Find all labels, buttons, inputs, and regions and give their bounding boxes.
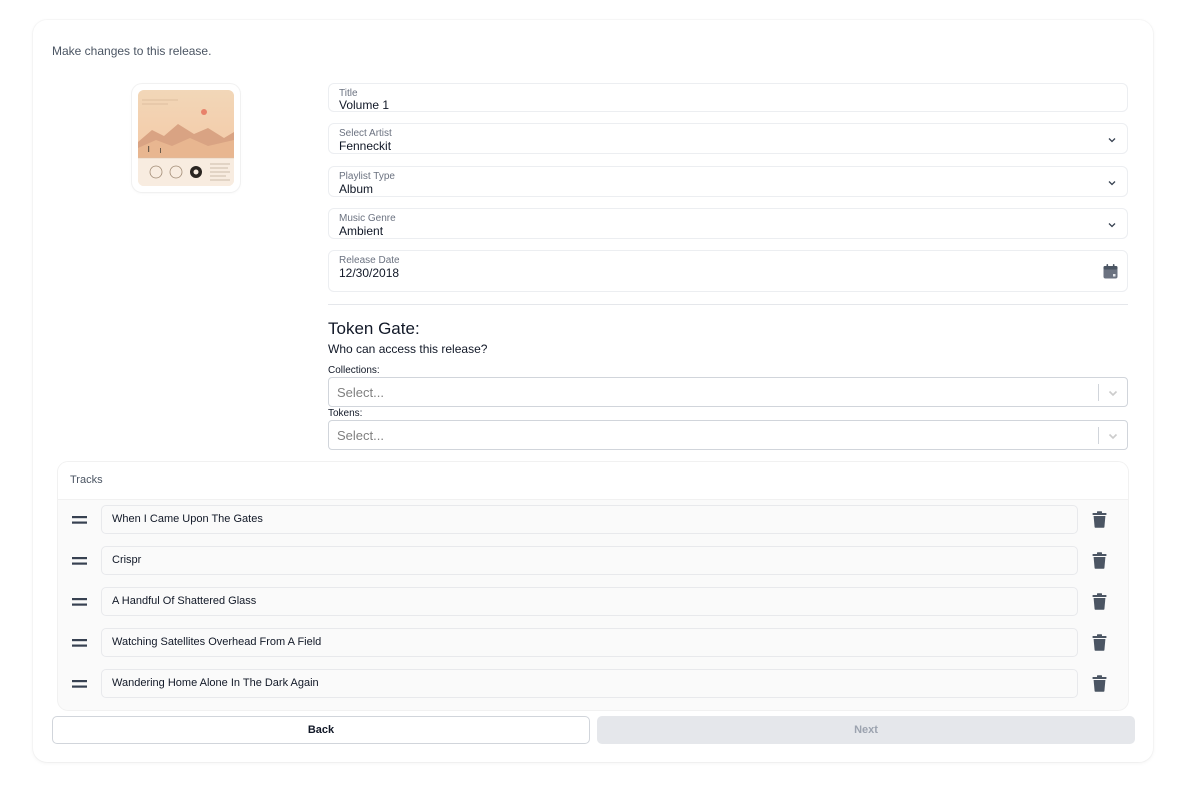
tracks-header: Tracks — [58, 462, 1128, 500]
chevron-down-icon — [1108, 138, 1116, 143]
track-row: Crispr — [58, 546, 1128, 576]
release-date-field[interactable]: Release Date 12/30/2018 — [328, 250, 1128, 292]
playlist-type-label: Playlist Type — [339, 171, 395, 182]
trash-icon[interactable] — [1092, 675, 1107, 692]
track-row: A Handful Of Shattered Glass — [58, 587, 1128, 617]
track-row: Watching Satellites Overhead From A Fiel… — [58, 628, 1128, 658]
track-title: Watching Satellites Overhead From A Fiel… — [112, 636, 322, 648]
drag-handle-icon[interactable] — [72, 514, 87, 526]
track-row: When I Came Upon The Gates — [58, 505, 1128, 535]
genre-value: Ambient — [339, 224, 384, 238]
artist-select[interactable]: Select Artist Fenneckit — [328, 123, 1128, 154]
token-gate-question: Who can access this release? — [328, 342, 488, 356]
calendar-icon[interactable] — [1102, 263, 1119, 280]
track-title: A Handful Of Shattered Glass — [112, 595, 257, 607]
edit-release-card: Make changes to this release. Title Volu… — [33, 20, 1153, 762]
tokens-select[interactable]: Select... — [328, 420, 1128, 450]
track-title-input[interactable]: Watching Satellites Overhead From A Fiel… — [101, 628, 1078, 657]
artist-value: Fenneckit — [339, 139, 392, 153]
chevron-down-icon — [1108, 223, 1116, 228]
collections-placeholder: Select... — [337, 385, 384, 400]
tokens-placeholder: Select... — [337, 428, 384, 443]
trash-icon[interactable] — [1092, 552, 1107, 569]
title-field[interactable]: Title Volume 1 — [328, 83, 1128, 112]
tracks-header-label: Tracks — [70, 474, 103, 486]
chevron-down-icon — [1108, 181, 1116, 186]
back-button[interactable]: Back — [52, 716, 590, 744]
drag-handle-icon[interactable] — [72, 678, 87, 690]
genre-select[interactable]: Music Genre Ambient — [328, 208, 1128, 239]
collections-label: Collections: — [328, 365, 380, 376]
collections-select[interactable]: Select... — [328, 377, 1128, 407]
track-title-input[interactable]: Wandering Home Alone In The Dark Again — [101, 669, 1078, 698]
playlist-type-value: Album — [339, 182, 374, 196]
chevron-down-icon — [1108, 390, 1118, 397]
track-title-input[interactable]: When I Came Upon The Gates — [101, 505, 1078, 534]
page-subtitle: Make changes to this release. — [52, 44, 212, 58]
section-divider — [328, 304, 1128, 305]
title-value: Volume 1 — [339, 98, 390, 112]
chevron-down-icon — [1108, 433, 1118, 440]
track-row: Wandering Home Alone In The Dark Again — [58, 669, 1128, 699]
trash-icon[interactable] — [1092, 593, 1107, 610]
trash-icon[interactable] — [1092, 634, 1107, 651]
tracks-panel: Tracks When I Came Upon The Gates Crispr… — [58, 462, 1128, 710]
drag-handle-icon[interactable] — [72, 637, 87, 649]
drag-handle-icon[interactable] — [72, 555, 87, 567]
tokens-label: Tokens: — [328, 408, 363, 419]
select-separator — [1098, 384, 1099, 401]
track-title-input[interactable]: A Handful Of Shattered Glass — [101, 587, 1078, 616]
select-separator — [1098, 427, 1099, 444]
artist-label: Select Artist — [339, 128, 392, 139]
album-cover[interactable] — [132, 84, 240, 192]
genre-label: Music Genre — [339, 213, 396, 224]
drag-handle-icon[interactable] — [72, 596, 87, 608]
track-title: Crispr — [112, 554, 142, 566]
playlist-type-select[interactable]: Playlist Type Album — [328, 166, 1128, 197]
album-cover-image — [138, 90, 234, 186]
token-gate-heading: Token Gate: — [328, 319, 420, 338]
next-button[interactable]: Next — [597, 716, 1135, 744]
trash-icon[interactable] — [1092, 511, 1107, 528]
release-date-label: Release Date — [339, 255, 400, 266]
release-date-value: 12/30/2018 — [339, 266, 400, 280]
track-title: Wandering Home Alone In The Dark Again — [112, 677, 319, 689]
track-title-input[interactable]: Crispr — [101, 546, 1078, 575]
track-title: When I Came Upon The Gates — [112, 513, 263, 525]
